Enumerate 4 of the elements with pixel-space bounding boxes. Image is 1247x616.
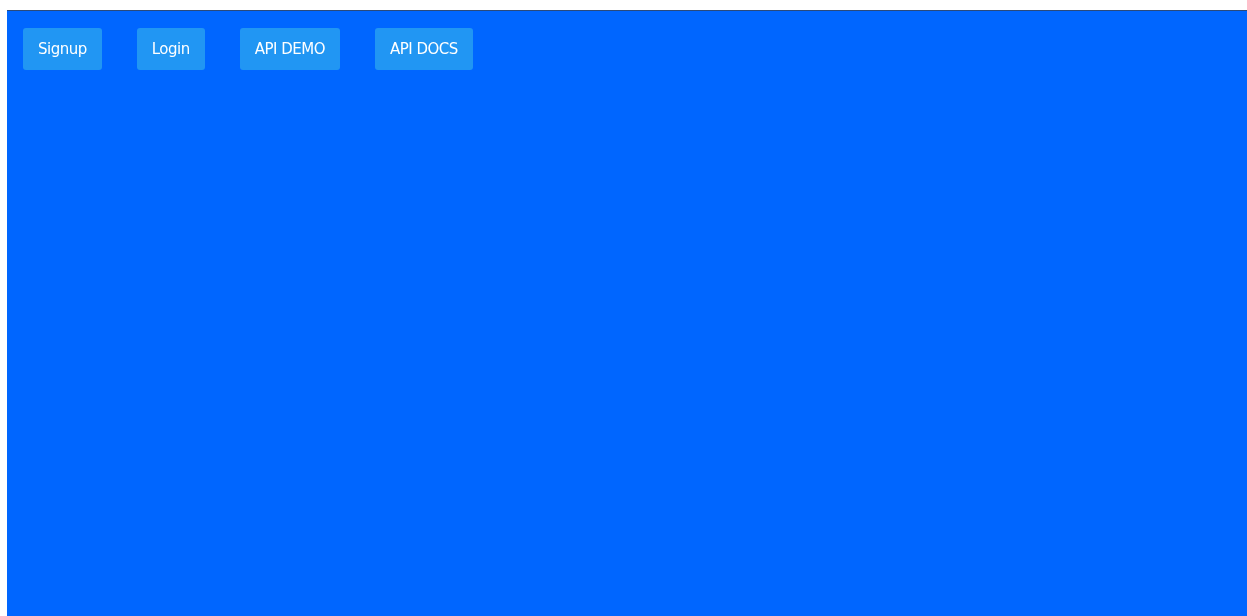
nav-button[interactable]: API DEMO — [239, 28, 340, 70]
nav-button[interactable]: Login — [136, 28, 205, 70]
nav-button[interactable]: API DOCS — [375, 28, 473, 70]
nav-button[interactable]: Signup — [23, 28, 102, 70]
